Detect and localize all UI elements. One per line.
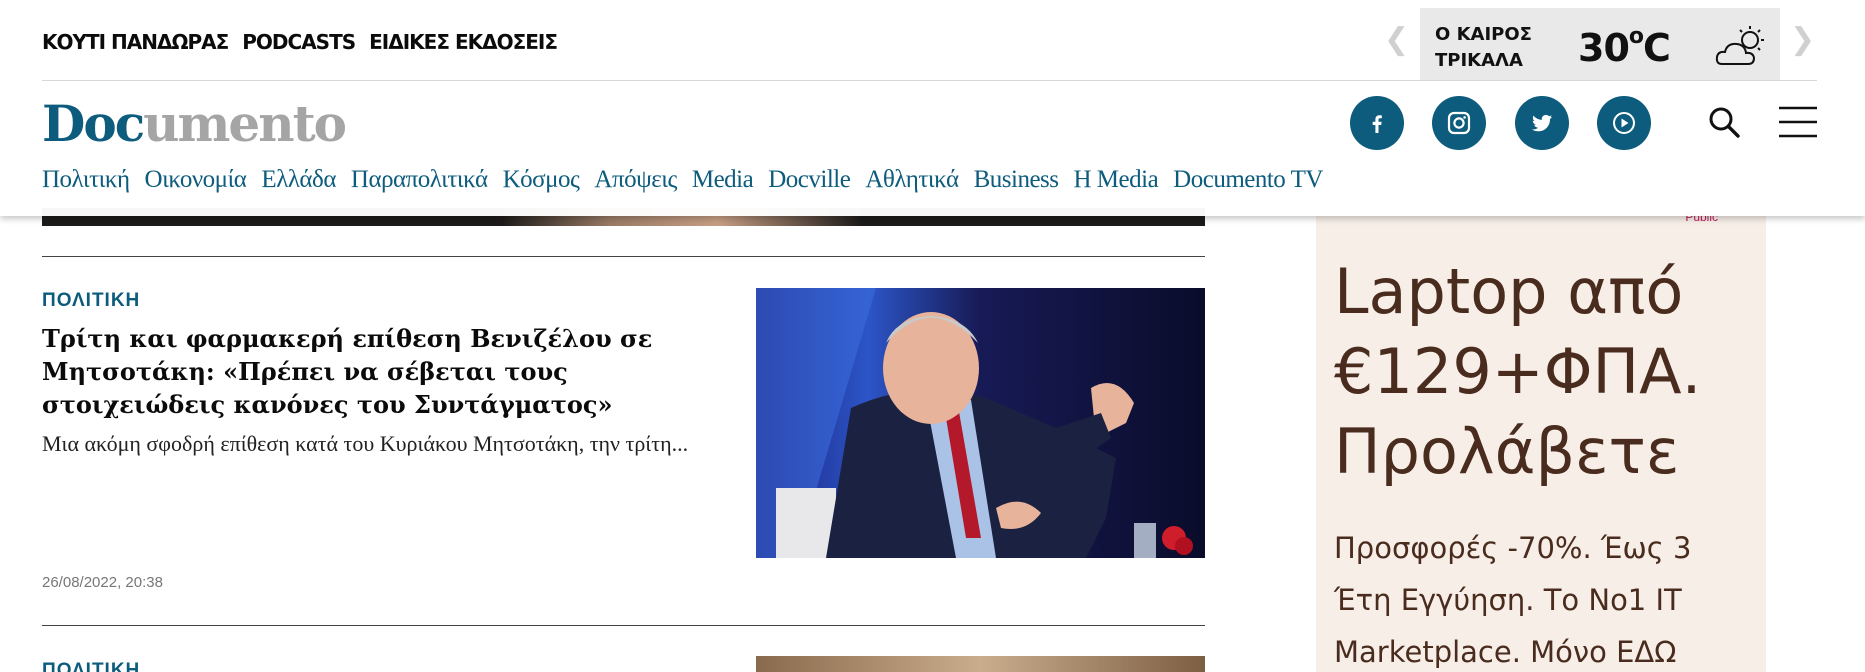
instagram-icon[interactable]	[1432, 96, 1486, 150]
nav-item-media[interactable]: Media	[692, 166, 754, 194]
hamburger-menu-icon[interactable]	[1778, 102, 1818, 142]
nav-item-apopseis[interactable]: Απόψεις	[594, 166, 677, 194]
weather-degree: o	[1628, 24, 1644, 50]
nav-item-kosmos[interactable]: Κόσμος	[503, 166, 580, 194]
article-summary: Μια ακόμη σφοδρή επίθεση κατά του Κυριάκ…	[42, 431, 689, 456]
weather-city: ΤΡΙΚΑΛΑ	[1435, 50, 1523, 71]
politician-photo-illustration	[756, 288, 1205, 558]
logo-part-doc: Doc	[42, 94, 145, 153]
weather-widget[interactable]: Ο ΚΑΙΡΟΣ ΤΡΙΚΑΛΑ 30oC	[1420, 8, 1780, 80]
weather-temp-value: 30	[1578, 26, 1630, 70]
topnav-item-podcasts[interactable]: PODCASTS	[242, 30, 356, 54]
site-logo[interactable]: Documento	[42, 94, 347, 153]
article-date: 26/08/2022, 20:38	[42, 574, 163, 591]
weather-label: Ο ΚΑΙΡΟΣ ΤΡΙΚΑΛΑ	[1435, 22, 1532, 74]
topnav-item-special-editions[interactable]: ΕΙΔΙΚΕΣ ΕΚΔΟΣΕΙΣ	[369, 30, 558, 54]
nav-item-oikonomia[interactable]: Οικονομία	[145, 166, 247, 194]
article-photo[interactable]	[756, 656, 1205, 672]
logo-part-umento: umento	[143, 94, 347, 153]
article-category[interactable]: ΠΟΛΙΤΙΚΗ	[42, 290, 140, 312]
advertisement[interactable]: Public Laptop από €129+ΦΠΑ. Προλάβετε Πρ…	[1316, 210, 1766, 672]
article-card[interactable]: ΠΟΛΙΤΙΚΗ Τρίτη και φαρμακερή επίθεση Βεν…	[42, 288, 1205, 591]
top-nav: ΚΟΥΤΙ ΠΑΝΔΩΡΑΣ PODCASTS ΕΙΔΙΚΕΣ ΕΚΔΟΣΕΙΣ	[42, 30, 558, 54]
article-category[interactable]: ΠΟΛΙΤΙΚΗ	[42, 660, 140, 672]
weather-prev-arrow-icon[interactable]: ❮	[1384, 22, 1409, 57]
nav-item-documento-tv[interactable]: Documento TV	[1173, 166, 1323, 194]
search-icon[interactable]	[1704, 102, 1744, 142]
ad-body[interactable]: Προσφορές -70%. Έως 3 Έτη Εγγύηση. Το No…	[1334, 522, 1754, 672]
partly-cloudy-icon	[1715, 26, 1764, 65]
weather-next-arrow-icon[interactable]: ❯	[1790, 22, 1815, 57]
nav-item-athlitika[interactable]: Αθλητικά	[865, 166, 959, 194]
divider	[42, 256, 1205, 257]
divider	[42, 625, 1205, 626]
site-header: ΚΟΥΤΙ ΠΑΝΔΩΡΑΣ PODCASTS ΕΙΔΙΚΕΣ ΕΚΔΟΣΕΙΣ…	[0, 0, 1865, 216]
facebook-icon[interactable]	[1350, 96, 1404, 150]
nav-item-docville[interactable]: Docville	[768, 166, 851, 194]
nav-item-politiki[interactable]: Πολιτική	[42, 166, 130, 194]
nav-item-parapolitika[interactable]: Παραπολιτικά	[351, 166, 488, 194]
twitter-icon[interactable]	[1515, 96, 1569, 150]
article-headline[interactable]: Τρίτη και φαρμακερή επίθεση Βενιζέλου σε…	[42, 322, 702, 421]
article-photo[interactable]	[756, 288, 1205, 558]
main-nav: Πολιτική Οικονομία Ελλάδα Παραπολιτικά Κ…	[42, 166, 1323, 194]
ad-headline[interactable]: Laptop από €129+ΦΠΑ. Προλάβετε	[1334, 252, 1754, 492]
play-icon[interactable]	[1597, 96, 1651, 150]
nav-item-business[interactable]: Business	[974, 166, 1059, 194]
weather-unit: C	[1643, 26, 1671, 70]
nav-item-h-media[interactable]: Η Media	[1074, 166, 1159, 194]
weather-label-title: Ο ΚΑΙΡΟΣ	[1435, 24, 1532, 45]
header-divider	[42, 80, 1817, 81]
nav-item-ellada[interactable]: Ελλάδα	[261, 166, 336, 194]
topnav-item-pandora[interactable]: ΚΟΥΤΙ ΠΑΝΔΩΡΑΣ	[42, 30, 229, 54]
weather-temperature: 30oC	[1578, 24, 1671, 70]
